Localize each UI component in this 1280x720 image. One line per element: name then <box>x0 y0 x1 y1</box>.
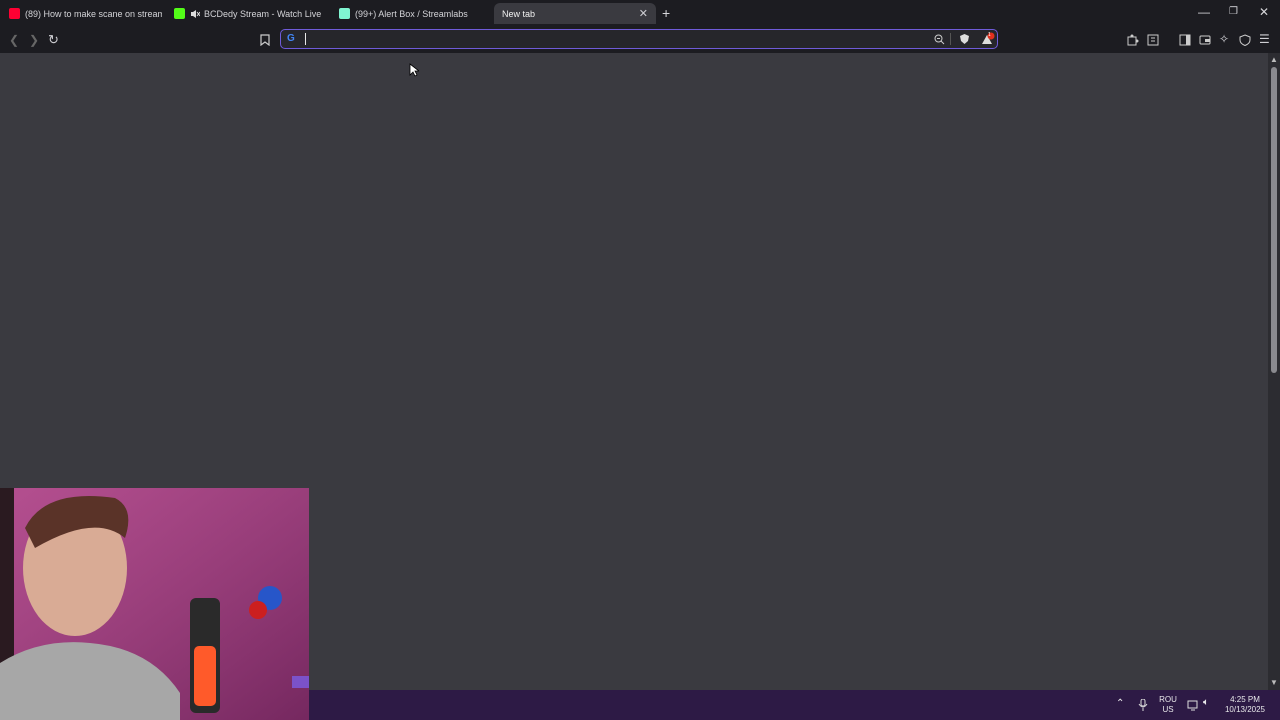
close-tab-icon[interactable]: ✕ <box>639 7 648 20</box>
address-divider <box>950 33 951 45</box>
mouse-cursor-icon <box>409 63 419 77</box>
taskbar: ⌃ ROU US 🔈︎ 4:25 PM 10/13/2025 <box>309 690 1280 720</box>
webcam-overlay <box>0 488 309 720</box>
tab-streamlabs[interactable]: (99+) Alert Box / Streamlabs <box>330 3 490 24</box>
text-caret <box>305 33 306 45</box>
scroll-thumb[interactable] <box>1271 67 1277 373</box>
menu-icon[interactable]: ☰ <box>1259 32 1270 46</box>
vpn-icon[interactable] <box>1239 34 1251 46</box>
kick-icon <box>174 8 185 19</box>
sidebar-icon[interactable] <box>1179 34 1191 46</box>
scrollbar[interactable]: ▲ ▼ <box>1268 53 1280 690</box>
new-tab-button[interactable]: + <box>662 5 670 21</box>
extensions-icon[interactable] <box>1127 34 1139 46</box>
tab-title: (99+) Alert Box / Streamlabs <box>355 8 468 19</box>
google-icon: G <box>287 33 295 44</box>
language-indicator[interactable]: ROU US <box>1155 695 1181 715</box>
tab-kick[interactable]: BCDedy Stream - Watch Live on K <box>166 3 322 24</box>
clock-date: 10/13/2025 <box>1224 705 1266 714</box>
tab-youtube[interactable]: (89) How to make scane on streamlab <box>0 3 162 24</box>
tab-new-tab[interactable]: New tab ✕ <box>494 3 656 24</box>
muted-speaker-icon[interactable] <box>190 9 200 19</box>
brave-shields-icon[interactable] <box>959 33 970 45</box>
forward-icon[interactable]: ❯ <box>29 33 39 47</box>
restore-icon[interactable]: ❐ <box>1229 6 1238 17</box>
minimize-icon[interactable]: — <box>1198 5 1210 19</box>
close-window-icon[interactable]: ✕ <box>1259 5 1269 19</box>
streamlabs-icon <box>339 8 350 19</box>
tab-search-icon[interactable] <box>1147 34 1159 46</box>
back-icon[interactable]: ❮ <box>9 33 19 47</box>
scroll-down-icon[interactable]: ▼ <box>1270 678 1278 687</box>
wallet-icon[interactable] <box>1199 34 1211 46</box>
bookmark-icon[interactable] <box>260 34 270 46</box>
tab-title: BCDedy Stream - Watch Live on K <box>204 8 322 19</box>
volume-icon[interactable]: 🔈︎ <box>1203 698 1209 708</box>
tab-strip: (89) How to make scane on streamlab BCDe… <box>0 0 1280 27</box>
network-icon[interactable] <box>1187 699 1199 711</box>
tab-title: New tab <box>502 8 536 19</box>
microphone-icon[interactable] <box>1138 699 1148 711</box>
address-input[interactable] <box>303 31 907 49</box>
address-bar[interactable]: G 1 <box>280 29 998 49</box>
clock[interactable]: 4:25 PM 10/13/2025 <box>1221 695 1269 715</box>
zoom-icon[interactable] <box>934 34 945 45</box>
scroll-up-icon[interactable]: ▲ <box>1270 55 1278 64</box>
webcam-image <box>0 488 309 720</box>
clock-time: 4:25 PM <box>1230 695 1260 704</box>
rewards-badge: 1 <box>988 32 991 38</box>
language-code: ROU <box>1159 695 1177 704</box>
language-region: US <box>1162 705 1174 714</box>
leo-ai-icon[interactable]: ✧ <box>1219 32 1229 46</box>
reload-icon[interactable]: ↻ <box>48 32 59 48</box>
tray-overflow-icon[interactable]: ⌃ <box>1116 699 1124 709</box>
tab-title: (89) How to make scane on streamlab <box>25 8 162 19</box>
youtube-icon <box>9 8 20 19</box>
